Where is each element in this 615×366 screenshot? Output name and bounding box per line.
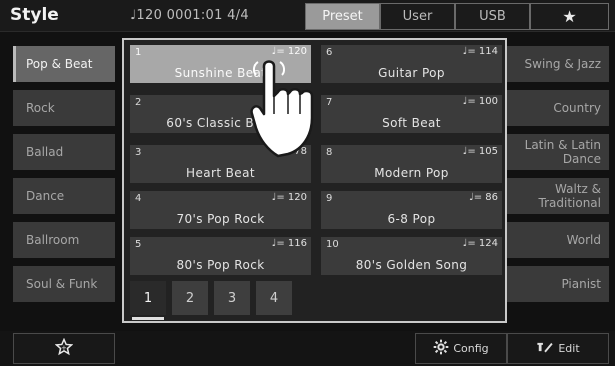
category-pop-beat[interactable]: Pop & Beat [13,46,115,82]
page-selector: 1 2 3 4 [130,281,292,320]
category-dance[interactable]: Dance [13,178,115,214]
page-button-2[interactable]: 2 [172,281,208,315]
style-number: 5 [135,239,142,250]
tab-preset[interactable]: Preset [305,3,380,30]
style-number: 8 [326,147,333,158]
style-tempo: ♩= 120 [271,46,307,57]
style-number: 4 [135,193,142,204]
page-button-1[interactable]: 1 [130,281,166,320]
category-country[interactable]: Country [507,90,609,126]
style-number: 7 [326,97,333,108]
page-button-4[interactable]: 4 [256,281,292,315]
category-ballroom[interactable]: Ballroom [13,222,115,258]
style-number: 2 [135,97,142,108]
style-name: Heart Beat [186,166,255,180]
source-tabs: Preset User USB ★ [305,3,609,30]
category-soul-funk[interactable]: Soul & Funk [13,266,115,302]
style-tempo: ♩= 1 [284,96,307,107]
style-selection-panel: 1 ♩= 120 Sunshine Beat 2 ♩= 1 60's Class… [122,38,507,323]
config-label: Config [453,342,489,355]
style-item-5[interactable]: 5 ♩= 116 80's Pop Rock [130,237,311,275]
category-pianist[interactable]: Pianist [507,266,609,302]
page-button-3[interactable]: 3 [214,281,250,315]
category-waltz-traditional[interactable]: Waltz & Traditional [507,178,609,214]
category-latin-dance[interactable]: Latin & Latin Dance [507,134,609,170]
style-name: Modern Pop [374,166,449,180]
category-rock[interactable]: Rock [13,90,115,126]
page-title: Style [10,5,59,25]
style-tempo: ♩= 78 [278,146,307,157]
edit-tools-icon [536,340,554,357]
style-name: 6-8 Pop [387,212,436,226]
edit-label: Edit [558,342,580,355]
style-number: 9 [326,193,333,204]
style-item-3[interactable]: 3 ♩= 78 Heart Beat [130,145,311,183]
tab-usb[interactable]: USB [455,3,530,30]
category-world[interactable]: World [507,222,609,258]
style-number: 1 [135,47,142,58]
left-category-list: Pop & Beat Rock Ballad Dance Ballroom So… [13,46,115,310]
favorite-button[interactable]: + [13,333,115,364]
style-tempo: ♩= 86 [469,192,498,203]
style-tempo: ♩= 124 [462,238,498,249]
right-category-list: Swing & Jazz Country Latin & Latin Dance… [507,46,609,310]
edit-button[interactable]: Edit [507,333,609,364]
style-tempo: ♩= 120 [271,192,307,203]
tempo-position-readout: ♩120 0001:01 4/4 [130,8,249,23]
style-item-9[interactable]: 9 ♩= 86 6-8 Pop [321,191,502,229]
style-item-4[interactable]: 4 ♩= 120 70's Pop Rock [130,191,311,229]
style-number: 6 [326,47,333,58]
config-button[interactable]: Config [415,333,507,364]
style-item-10[interactable]: 10 ♩= 124 80's Golden Song [321,237,502,275]
style-name: 80's Pop Rock [176,258,265,272]
style-item-6[interactable]: 6 ♩= 114 Guitar Pop [321,45,502,83]
style-name: Soft Beat [382,116,441,130]
star-outline-icon: + [54,337,74,359]
category-ballad[interactable]: Ballad [13,134,115,170]
tab-favorites[interactable]: ★ [530,3,609,30]
style-number: 3 [135,147,142,158]
gear-icon [433,339,449,358]
style-tempo: ♩= 100 [462,96,498,107]
svg-text:+: + [61,344,67,352]
style-name: 60's Classic Beat [166,116,275,130]
style-name: Guitar Pop [378,66,445,80]
style-number: 10 [326,239,339,250]
header-bar: Style ♩120 0001:01 4/4 Preset User USB ★ [0,0,615,32]
style-tempo: ♩= 105 [462,146,498,157]
category-swing-jazz[interactable]: Swing & Jazz [507,46,609,82]
style-item-2[interactable]: 2 ♩= 1 60's Classic Beat [130,95,311,133]
style-name: 80's Golden Song [355,258,468,272]
style-tempo: ♩= 114 [462,46,498,57]
style-item-1[interactable]: 1 ♩= 120 Sunshine Beat [130,45,311,83]
style-item-8[interactable]: 8 ♩= 105 Modern Pop [321,145,502,183]
style-item-7[interactable]: 7 ♩= 100 Soft Beat [321,95,502,133]
style-name: Sunshine Beat [174,66,267,80]
tab-user[interactable]: User [380,3,455,30]
style-tempo: ♩= 116 [271,238,307,249]
style-name: 70's Pop Rock [176,212,265,226]
